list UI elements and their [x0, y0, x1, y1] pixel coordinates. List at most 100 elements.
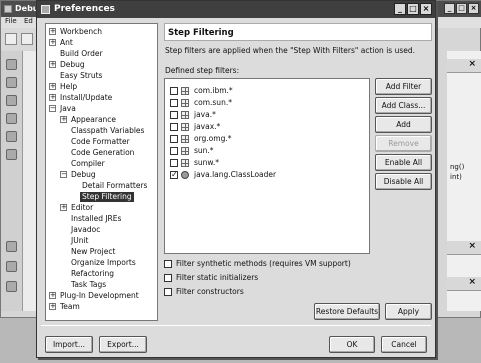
filter-text: sunw.*	[194, 158, 219, 167]
step-filter-list[interactable]: com.ibm.* com.sun.* java.* javax.* org.o	[164, 78, 370, 254]
collapse-icon[interactable]: −	[49, 105, 56, 112]
view-titlebar: ×	[447, 241, 481, 255]
background-right-view: × ng() int) × ×	[447, 51, 481, 311]
filter-checkbox-checked[interactable]: ✓	[170, 171, 178, 179]
close-icon[interactable]: ×	[468, 277, 476, 287]
expand-icon[interactable]: +	[49, 28, 56, 35]
cancel-button[interactable]: Cancel	[381, 336, 427, 353]
close-icon[interactable]: ×	[468, 3, 479, 14]
filter-static-checkbox[interactable]	[164, 274, 172, 282]
tree-item-label: Editor	[71, 203, 94, 212]
view-icon[interactable]	[6, 241, 17, 252]
maximize-icon[interactable]: □	[456, 3, 467, 14]
filter-checkbox[interactable]	[170, 135, 178, 143]
dialog-titlebar[interactable]: Preferences _ □ ×	[37, 1, 435, 18]
tree-item-label: Detail Formatters	[82, 181, 148, 190]
filter-checkbox[interactable]	[170, 99, 178, 107]
filter-checkbox[interactable]	[170, 147, 178, 155]
filters-label: Defined step filters:	[165, 66, 240, 75]
view-icon[interactable]	[6, 261, 17, 272]
add-filter-button[interactable]: Add Filter	[375, 78, 432, 95]
tree-item-label: Javadoc	[71, 225, 101, 234]
filter-checkbox[interactable]	[170, 111, 178, 119]
restore-defaults-button[interactable]: Restore Defaults	[314, 303, 380, 320]
package-icon	[181, 135, 189, 143]
expand-icon[interactable]: +	[60, 204, 67, 211]
option-label: Filter synthetic methods (requires VM su…	[176, 259, 351, 268]
background-title: Debu	[15, 4, 39, 13]
resource-perspective-icon[interactable]	[6, 77, 17, 88]
package-icon	[181, 111, 189, 119]
filter-checkbox[interactable]	[170, 159, 178, 167]
minimize-icon[interactable]: _	[444, 3, 455, 14]
new-icon[interactable]	[5, 33, 17, 45]
tree-item-label: Install/Update	[60, 93, 113, 102]
disable-all-button[interactable]: Disable All	[375, 173, 432, 190]
close-icon[interactable]: ×	[420, 3, 432, 15]
tree-item-label: Debug	[71, 170, 96, 179]
ok-button[interactable]: OK	[329, 336, 375, 353]
menu-edit[interactable]: Ed	[24, 17, 33, 25]
tree-item-label: Installed JREs	[71, 214, 122, 223]
filter-synthetic-checkbox[interactable]	[164, 260, 172, 268]
expand-icon[interactable]: +	[49, 292, 56, 299]
tree-item-label: JUnit	[71, 236, 89, 245]
editor-text: ng()	[450, 163, 465, 171]
view-icon[interactable]	[6, 281, 17, 292]
apply-button[interactable]: Apply	[385, 303, 432, 320]
tree-item-label: Java	[60, 104, 76, 113]
minimize-icon[interactable]: _	[394, 3, 406, 15]
preferences-dialog: Preferences _ □ × + Workbench + Ant Buil…	[36, 0, 436, 358]
tree-item-label: Team	[60, 302, 80, 311]
class-icon	[181, 171, 189, 179]
background-left-view	[23, 51, 37, 311]
tree-item-label: Code Formatter	[71, 137, 130, 146]
close-icon[interactable]: ×	[468, 241, 476, 251]
enable-all-button[interactable]: Enable All	[375, 154, 432, 171]
expand-icon[interactable]: +	[49, 61, 56, 68]
filter-constructors-checkbox[interactable]	[164, 288, 172, 296]
import-button[interactable]: Import...	[45, 336, 93, 353]
add-packages-button[interactable]: Add Packages...	[375, 116, 432, 144]
page-title: Step Filtering	[164, 23, 432, 41]
tree-item-label: Classpath Variables	[71, 126, 145, 135]
close-icon[interactable]: ×	[468, 59, 476, 69]
view-titlebar: ×	[447, 277, 481, 291]
menu-file[interactable]: File	[5, 17, 17, 25]
debug-perspective-icon[interactable]	[6, 95, 17, 106]
maximize-icon[interactable]: □	[407, 3, 419, 15]
team-perspective-icon[interactable]	[6, 131, 17, 142]
expand-icon[interactable]: +	[60, 116, 67, 123]
package-icon	[181, 147, 189, 155]
expand-icon[interactable]: +	[49, 39, 56, 46]
tree-item-label: Ant	[60, 38, 73, 47]
option-label: Filter constructors	[176, 287, 244, 296]
plugin-perspective-icon[interactable]	[6, 149, 17, 160]
view-titlebar: ×	[447, 59, 481, 73]
export-button[interactable]: Export...	[99, 336, 147, 353]
filter-text: com.sun.*	[194, 98, 232, 107]
dropdown-icon[interactable]	[21, 33, 33, 45]
collapse-icon[interactable]: −	[60, 171, 67, 178]
option-label: Filter static initializers	[176, 273, 259, 282]
filter-checkbox[interactable]	[170, 123, 178, 131]
filter-checkbox[interactable]	[170, 87, 178, 95]
expand-icon[interactable]: +	[49, 83, 56, 90]
preferences-tree[interactable]: + Workbench + Ant Build Order + Debug Ea…	[45, 23, 158, 321]
editor-text: int)	[450, 173, 462, 181]
filter-text: org.omg.*	[194, 134, 232, 143]
tree-item-label: Workbench	[60, 27, 102, 36]
remove-button[interactable]: Remove	[375, 135, 432, 152]
perspective-bar	[1, 51, 23, 311]
filter-text: sun.*	[194, 146, 214, 155]
expand-icon[interactable]: +	[49, 303, 56, 310]
java-perspective-icon[interactable]	[6, 113, 17, 124]
preference-page: Step Filtering Step filters are applied …	[164, 23, 432, 321]
filter-text: com.ibm.*	[194, 86, 233, 95]
tree-item-label: Code Generation	[71, 148, 135, 157]
page-description: Step filters are applied when the "Step …	[165, 46, 415, 55]
add-class-button[interactable]: Add Class...	[375, 97, 432, 114]
tree-item-label: Organize Imports	[71, 258, 136, 267]
perspective-icon[interactable]	[6, 59, 17, 70]
expand-icon[interactable]: +	[49, 94, 56, 101]
